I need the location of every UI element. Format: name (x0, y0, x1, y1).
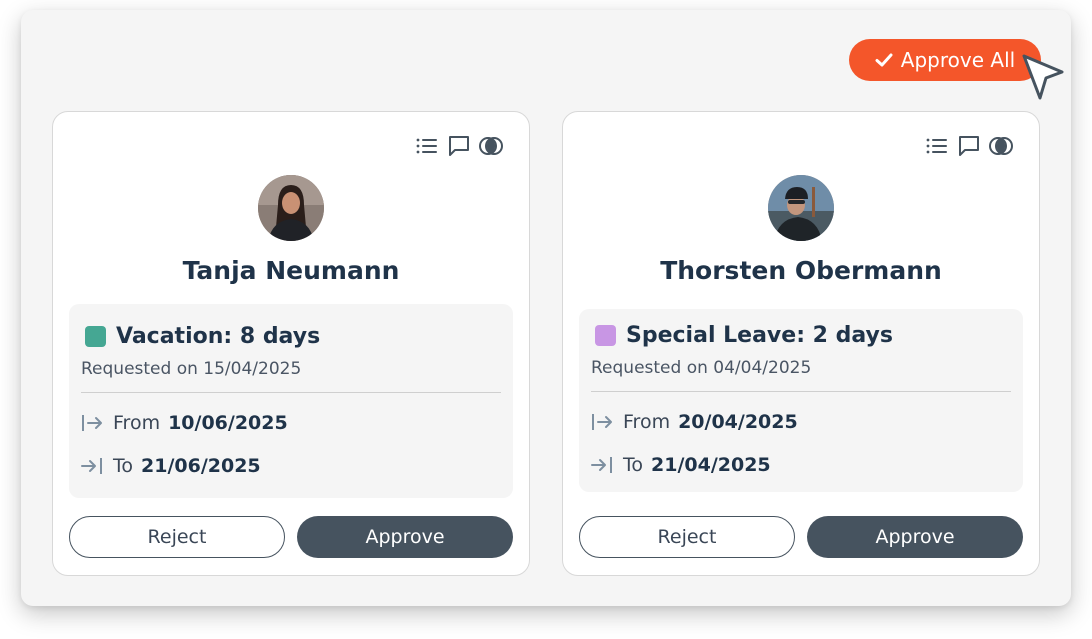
divider (591, 391, 1011, 392)
leave-request-card: Tanja Neumann Vacation: 8 days Requested… (52, 111, 530, 576)
to-label: To (623, 454, 644, 476)
leave-type: Vacation: 8 days (116, 324, 321, 349)
card-actions (415, 134, 503, 158)
from-date: 20/04/2025 (678, 411, 798, 433)
from-row: From 20/04/2025 (591, 411, 798, 433)
comment-icon[interactable] (957, 134, 981, 158)
to-row: To 21/04/2025 (591, 454, 771, 476)
leave-request-card: Thorsten Obermann Special Leave: 2 days … (562, 111, 1040, 576)
list-icon[interactable] (415, 134, 439, 158)
from-label: From (113, 412, 161, 434)
contrast-icon[interactable] (989, 134, 1013, 158)
leave-type: Special Leave: 2 days (626, 323, 893, 348)
approve-all-label: Approve All (900, 48, 1016, 72)
mouse-pointer-icon (1022, 54, 1064, 100)
list-icon[interactable] (925, 134, 949, 158)
leave-details: Special Leave: 2 days Requested on 04/04… (579, 309, 1023, 492)
end-arrow-icon (81, 458, 102, 474)
to-date: 21/06/2025 (141, 455, 261, 477)
approve-all-button[interactable]: Approve All (849, 39, 1041, 81)
contrast-icon[interactable] (479, 134, 503, 158)
avatar (768, 175, 834, 241)
from-label: From (623, 411, 671, 433)
approve-button[interactable]: Approve (807, 516, 1023, 558)
to-label: To (113, 455, 134, 477)
to-date: 21/04/2025 (651, 454, 771, 476)
start-arrow-icon (82, 415, 102, 431)
avatar (258, 175, 324, 241)
requested-date: Requested on 04/04/2025 (591, 358, 812, 378)
leave-details: Vacation: 8 days Requested on 15/04/2025… (69, 304, 513, 498)
divider (81, 392, 501, 393)
employee-name: Thorsten Obermann (660, 256, 942, 285)
leave-type-swatch (85, 326, 106, 347)
from-date: 10/06/2025 (168, 412, 288, 434)
reject-button[interactable]: Reject (69, 516, 285, 558)
to-row: To 21/06/2025 (81, 455, 261, 477)
comment-icon[interactable] (447, 134, 471, 158)
end-arrow-icon (591, 457, 612, 473)
approve-button[interactable]: Approve (297, 516, 513, 558)
card-actions (925, 134, 1013, 158)
requested-date: Requested on 15/04/2025 (81, 359, 302, 379)
start-arrow-icon (592, 414, 612, 430)
reject-button[interactable]: Reject (579, 516, 795, 558)
check-icon (875, 53, 893, 67)
employee-name: Tanja Neumann (182, 256, 400, 285)
leave-type-swatch (595, 325, 616, 346)
from-row: From 10/06/2025 (81, 412, 288, 434)
